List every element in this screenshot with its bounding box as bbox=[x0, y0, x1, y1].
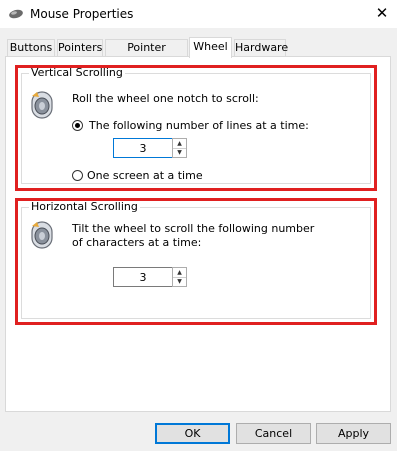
lines-down-button[interactable]: ▼ bbox=[173, 148, 186, 157]
mouse-wheel-icon bbox=[31, 221, 53, 249]
close-icon: ✕ bbox=[375, 4, 389, 22]
vertical-scrolling-label: Vertical Scrolling bbox=[29, 66, 125, 79]
horizontal-prompt-line2: of characters at a time: bbox=[72, 236, 202, 249]
mouse-icon bbox=[9, 9, 23, 19]
cancel-button[interactable]: Cancel bbox=[236, 423, 311, 444]
tab-wheel[interactable]: Wheel bbox=[189, 37, 232, 58]
tab-buttons[interactable]: Buttons bbox=[7, 39, 55, 56]
horizontal-prompt-line1: Tilt the wheel to scroll the following n… bbox=[72, 222, 315, 235]
tab-hardware[interactable]: Hardware bbox=[234, 39, 288, 56]
tab-strip: Buttons Pointers Pointer Options Wheel H… bbox=[0, 37, 397, 70]
chars-stepper[interactable]: ▲ ▼ bbox=[113, 267, 189, 287]
lines-radio-label: The following number of lines at a time: bbox=[89, 119, 309, 132]
chars-spin-buttons: ▲ ▼ bbox=[172, 267, 187, 287]
lines-input[interactable] bbox=[113, 138, 173, 158]
tab-pointer-options[interactable]: Pointer Options bbox=[105, 39, 188, 70]
vertical-prompt: Roll the wheel one notch to scroll: bbox=[72, 92, 259, 105]
lines-spin-buttons: ▲ ▼ bbox=[172, 138, 187, 158]
window-title: Mouse Properties bbox=[30, 7, 134, 21]
apply-button[interactable]: Apply bbox=[316, 423, 391, 444]
chars-input[interactable] bbox=[113, 267, 173, 287]
close-button[interactable]: ✕ bbox=[367, 0, 397, 28]
tab-pointers[interactable]: Pointers bbox=[57, 39, 103, 56]
mouse-wheel-icon bbox=[31, 91, 53, 119]
lines-stepper[interactable]: ▲ ▼ bbox=[113, 138, 189, 158]
horizontal-scrolling-label: Horizontal Scrolling bbox=[29, 200, 140, 213]
screen-radio-label: One screen at a time bbox=[87, 169, 203, 182]
title-bar: Mouse Properties ✕ bbox=[0, 0, 397, 28]
ok-button[interactable]: OK bbox=[155, 423, 230, 444]
lines-radio[interactable] bbox=[72, 120, 83, 131]
screen-radio[interactable] bbox=[72, 170, 83, 181]
chars-down-button[interactable]: ▼ bbox=[173, 277, 186, 286]
